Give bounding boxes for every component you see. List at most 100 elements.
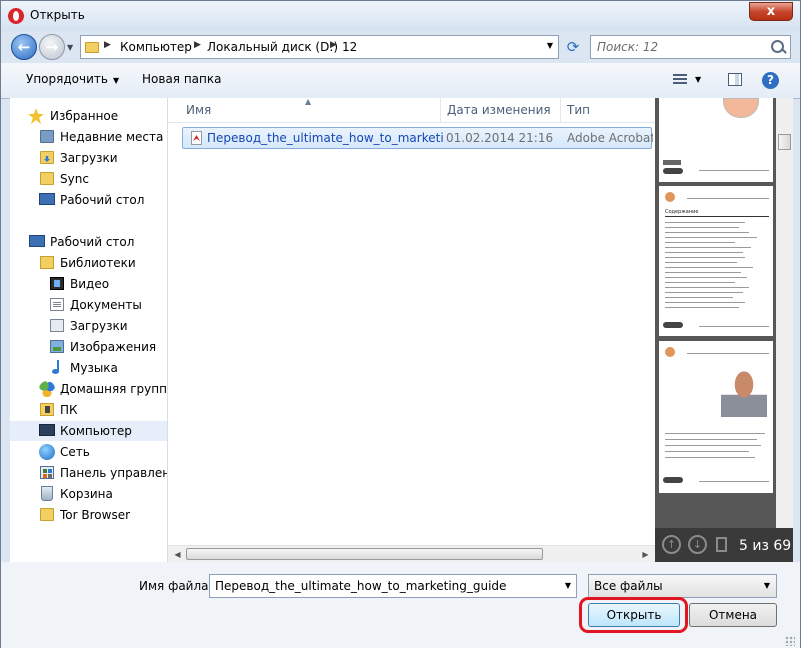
forward-button[interactable]: → [39, 34, 65, 60]
desktop-icon [39, 193, 55, 205]
sidebar-item-network[interactable]: Сеть [10, 442, 167, 462]
sidebar-item-label: Музыка [70, 361, 118, 375]
refresh-icon[interactable]: ⟳ [564, 38, 582, 56]
chevron-right-icon[interactable]: ▶ [194, 40, 201, 50]
sidebar-item-label: Панель управления [60, 466, 167, 480]
recycle-bin-icon [41, 486, 53, 501]
opera-icon [8, 8, 24, 24]
view-dropdown-icon[interactable]: ▼ [695, 75, 701, 84]
network-icon [39, 444, 55, 460]
sidebar-item-pc[interactable]: ПК [10, 400, 167, 420]
breadcrumb-computer[interactable]: Компьютер [120, 40, 192, 54]
column-headers: ▲ Имя Дата изменения Тип [168, 98, 655, 123]
sidebar-item-label: Tor Browser [60, 508, 131, 522]
file-type-select[interactable]: Все файлы ▼ [588, 574, 777, 598]
file-name: Перевод_the_ultimate_how_to_marketin... [207, 131, 443, 145]
sidebar-item-images[interactable]: Изображения [10, 337, 167, 357]
sidebar-item-label: Библиотеки [60, 256, 136, 270]
sidebar-item-favorites[interactable]: Избранное [10, 106, 167, 126]
scrollbar-thumb[interactable] [778, 134, 791, 150]
new-folder-button[interactable]: Новая папка [142, 72, 221, 86]
search-input[interactable] [597, 39, 757, 55]
sidebar-item-music[interactable]: Музыка [10, 358, 167, 378]
sidebar-item-label: Рабочий стол [50, 235, 135, 249]
back-button[interactable]: ← [11, 34, 37, 60]
cancel-button[interactable]: Отмена [689, 603, 777, 627]
search-box[interactable] [590, 35, 791, 59]
preview-navigation-bar: ↑ ↓ 5 из 69 [655, 528, 793, 562]
navigation-pane: Избранное Недавние места Загрузки Sync Р… [10, 98, 168, 562]
chevron-down-icon[interactable]: ▼ [565, 581, 571, 590]
sidebar-item-video[interactable]: Видео [10, 274, 167, 294]
sidebar-item-downloads-lib[interactable]: Загрузки [10, 316, 167, 336]
sidebar-item-tor-browser[interactable]: Tor Browser [10, 505, 167, 525]
help-icon[interactable]: ? [762, 72, 779, 89]
column-header-name[interactable]: Имя [180, 98, 440, 122]
page-up-icon[interactable]: ↑ [662, 535, 681, 554]
chevron-down-icon: ▼ [763, 581, 770, 590]
sidebar-item-recycle-bin[interactable]: Корзина [10, 484, 167, 504]
resize-grip[interactable] [785, 636, 795, 646]
sidebar-item-label: Sync [60, 172, 89, 186]
folder-icon [40, 172, 54, 185]
sidebar-item-label: Загрузки [70, 319, 128, 333]
sidebar-item-label: Сеть [60, 445, 90, 459]
column-header-date[interactable]: Дата изменения [440, 98, 560, 122]
chevron-right-icon[interactable]: ▶ [104, 40, 111, 50]
preview-pane-icon[interactable] [728, 73, 742, 86]
address-bar[interactable]: ▶ Компьютер ▶ Локальный диск (D:) ▶ 12 ▼ [80, 35, 559, 59]
preview-page-thumbnail[interactable]: Содержание [659, 186, 773, 336]
pc-folder-icon [40, 403, 54, 416]
recent-locations-dropdown[interactable]: ▼ [67, 43, 73, 52]
filename-input[interactable] [215, 579, 555, 593]
folder-icon [40, 508, 54, 521]
address-dropdown-icon[interactable]: ▼ [547, 41, 553, 50]
preview-page-heading: Содержание [665, 209, 699, 215]
chevron-down-icon: ▼ [112, 76, 120, 85]
sidebar-item-label: Рабочий стол [60, 193, 145, 207]
sidebar-item-downloads[interactable]: Загрузки [10, 148, 167, 168]
column-header-type[interactable]: Тип [560, 98, 655, 122]
close-button[interactable]: x [749, 2, 793, 21]
documents-library-icon [50, 298, 64, 311]
open-button[interactable]: Открыть [588, 603, 680, 627]
file-type-value: Все файлы [594, 579, 663, 593]
sidebar-item-computer[interactable]: Компьютер [10, 421, 167, 441]
file-list: ▲ Имя Дата изменения Тип Перевод_the_ult… [168, 98, 655, 562]
scrollbar-thumb[interactable] [186, 548, 543, 560]
scroll-right-icon[interactable]: ▶ [638, 547, 653, 562]
search-icon[interactable] [771, 40, 784, 53]
sidebar-item-documents[interactable]: Документы [10, 295, 167, 315]
sidebar-item-desktop[interactable]: Рабочий стол [10, 232, 167, 252]
filename-combobox[interactable]: ▼ [209, 574, 577, 598]
sidebar-item-homegroup[interactable]: Домашняя группа [10, 379, 167, 399]
breadcrumb-drive[interactable]: Локальный диск (D:) [207, 40, 338, 54]
file-row[interactable]: Перевод_the_ultimate_how_to_marketin... … [182, 127, 653, 149]
sidebar-item-recent-places[interactable]: Недавние места [10, 127, 167, 147]
sidebar-item-label: Корзина [60, 487, 113, 501]
images-library-icon [50, 340, 64, 353]
pdf-file-icon [191, 131, 202, 145]
breadcrumb-folder[interactable]: 12 [342, 40, 357, 54]
change-view-icon[interactable] [673, 74, 687, 86]
open-file-dialog: Открыть x ← → ▼ ▶ Компьютер ▶ Локальный … [0, 0, 801, 648]
chevron-right-icon[interactable]: ▶ [330, 40, 337, 50]
sidebar-item-label: ПК [60, 403, 78, 417]
page-down-icon[interactable]: ↓ [688, 535, 707, 554]
title-bar: Открыть x [1, 1, 800, 31]
scroll-left-icon[interactable]: ◀ [170, 547, 185, 562]
computer-icon [39, 424, 55, 436]
sidebar-item-sync[interactable]: Sync [10, 169, 167, 189]
horizontal-scrollbar[interactable]: ◀ ▶ [168, 545, 655, 562]
navigation-bar: ← → ▼ ▶ Компьютер ▶ Локальный диск (D:) … [1, 31, 800, 63]
sidebar-item-label: Видео [70, 277, 110, 291]
sidebar-item-label: Изображения [70, 340, 157, 354]
preview-vertical-scrollbar[interactable] [776, 98, 793, 528]
sidebar-item-libraries[interactable]: Библиотеки [10, 253, 167, 273]
downloads-library-icon [50, 319, 64, 332]
preview-page-thumbnail[interactable] [659, 98, 773, 182]
sidebar-item-control-panel[interactable]: Панель управления [10, 463, 167, 483]
organize-button[interactable]: Упорядочить ▼ [26, 72, 119, 86]
preview-page-thumbnail[interactable] [659, 341, 773, 493]
sidebar-item-desktop-fav[interactable]: Рабочий стол [10, 190, 167, 210]
